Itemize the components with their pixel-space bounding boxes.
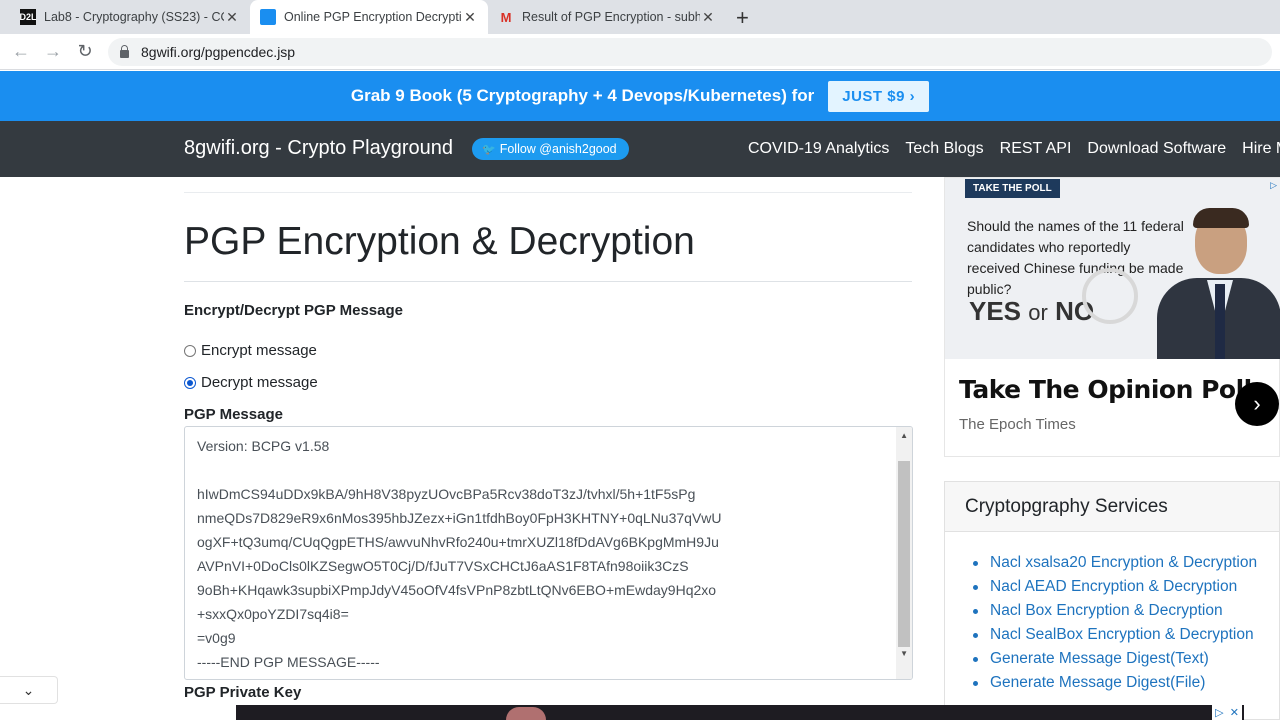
new-tab-icon[interactable]: + bbox=[736, 5, 749, 31]
adchoices-icon[interactable]: ▷ bbox=[1270, 180, 1277, 191]
browser-tab-bar: D2L Lab8 - Cryptography (SS23) - CO ✕ On… bbox=[0, 0, 1280, 34]
ad-person-photo bbox=[1157, 208, 1280, 359]
ad-question: Should the names of the 11 federal candi… bbox=[967, 218, 1184, 297]
promo-text: Grab 9 Book (5 Cryptography + 4 Devops/K… bbox=[350, 86, 815, 105]
encrypt-option[interactable]: Encrypt message bbox=[184, 342, 317, 359]
list-item[interactable]: Nacl Box Encryption & Decryption bbox=[973, 599, 1257, 623]
reload-icon[interactable]: ↻ bbox=[74, 41, 96, 62]
ad-image: TAKE THE POLL Should the names of the 11… bbox=[945, 178, 1280, 359]
page-title: PGP Encryption & Decryption bbox=[184, 220, 695, 263]
decrypt-option[interactable]: Decrypt message bbox=[184, 374, 318, 391]
d2l-favicon-icon: D2L bbox=[20, 9, 37, 25]
twitter-follow-button[interactable]: 🐦 Follow @anish2good bbox=[472, 138, 629, 160]
back-icon[interactable]: ← bbox=[10, 41, 32, 62]
browser-tab-pgp[interactable]: Online PGP Encryption Decryptio ✕ bbox=[250, 0, 488, 34]
tab-title: Result of PGP Encryption - subha bbox=[522, 10, 700, 24]
close-tab-icon[interactable]: ✕ bbox=[700, 9, 716, 26]
chevron-down-icon[interactable]: ⌄ bbox=[0, 676, 58, 704]
textarea-scrollbar[interactable]: ▲ ▼ bbox=[896, 427, 912, 679]
tab-title: Online PGP Encryption Decryptio bbox=[284, 10, 462, 24]
url-text: 8gwifi.org/pgpencdec.jsp bbox=[141, 44, 296, 60]
poll-ad[interactable]: TAKE THE POLL Should the names of the 11… bbox=[944, 177, 1280, 457]
site-brand[interactable]: 8gwifi.org - Crypto Playground bbox=[184, 137, 453, 160]
loading-spinner-icon bbox=[1082, 268, 1138, 324]
encrypt-label: Encrypt message bbox=[201, 342, 317, 359]
8gwifi-favicon-icon bbox=[260, 9, 276, 25]
services-list: Nacl xsalsa20 Encryption & Decryption Na… bbox=[973, 551, 1257, 695]
follow-label: Follow @anish2good bbox=[499, 142, 617, 156]
nav-link-rest-api[interactable]: REST API bbox=[1000, 140, 1072, 158]
list-item[interactable]: Generate Message Digest(File) bbox=[973, 671, 1257, 695]
divider bbox=[184, 281, 912, 282]
browser-tab-d2l[interactable]: D2L Lab8 - Cryptography (SS23) - CO ✕ bbox=[10, 0, 250, 34]
bottom-video-ad[interactable]: ▷ ✕ bbox=[236, 705, 1244, 720]
scroll-thumb[interactable] bbox=[898, 461, 910, 647]
nav-link-tech-blogs[interactable]: Tech Blogs bbox=[905, 140, 983, 158]
nav-link-covid[interactable]: COVID-19 Analytics bbox=[748, 140, 889, 158]
list-item[interactable]: Nacl SealBox Encryption & Decryption bbox=[973, 623, 1257, 647]
close-tab-icon[interactable]: ✕ bbox=[462, 9, 478, 26]
gmail-favicon-icon: M bbox=[500, 9, 512, 25]
divider bbox=[184, 192, 912, 193]
private-key-label: PGP Private Key bbox=[184, 684, 302, 701]
forward-icon[interactable]: → bbox=[42, 41, 64, 62]
promo-button[interactable]: JUST $9 › bbox=[828, 80, 930, 112]
address-bar: ← → ↻ 8gwifi.org/pgpencdec.jsp bbox=[0, 34, 1280, 70]
chevron-right-icon[interactable]: › bbox=[1235, 382, 1279, 426]
twitter-bird-icon: 🐦 bbox=[482, 143, 496, 156]
close-tab-icon[interactable]: ✕ bbox=[224, 9, 240, 26]
promo-banner: Grab 9 Book (5 Cryptography + 4 Devops/K… bbox=[0, 71, 1280, 121]
ad-close[interactable]: ▷ ✕ bbox=[1212, 705, 1242, 720]
pgp-message-text: Version: BCPG v1.58 hIwDmCS94uDDx9kBA/9h… bbox=[197, 438, 722, 670]
scroll-up-icon[interactable]: ▲ bbox=[900, 431, 908, 440]
site-navbar: 8gwifi.org - Crypto Playground 🐦 Follow … bbox=[0, 121, 1280, 177]
section-heading: Encrypt/Decrypt PGP Message bbox=[184, 302, 403, 319]
nav-link-download-software[interactable]: Download Software bbox=[1087, 140, 1226, 158]
close-icon[interactable]: ✕ bbox=[1230, 706, 1239, 719]
scroll-down-icon[interactable]: ▼ bbox=[900, 649, 908, 658]
services-heading: Cryptopgraphy Services bbox=[945, 482, 1279, 532]
pgp-message-textarea[interactable]: Version: BCPG v1.58 hIwDmCS94uDDx9kBA/9h… bbox=[184, 426, 913, 680]
ad-source: The Epoch Times bbox=[959, 416, 1076, 433]
url-field[interactable]: 8gwifi.org/pgpencdec.jsp bbox=[108, 38, 1272, 66]
nav-links: COVID-19 Analytics Tech Blogs REST API D… bbox=[748, 140, 1280, 158]
adchoices-icon[interactable]: ▷ bbox=[1215, 706, 1223, 719]
list-item[interactable]: Nacl AEAD Encryption & Decryption bbox=[973, 575, 1257, 599]
lock-icon bbox=[120, 45, 129, 58]
encrypt-radio[interactable] bbox=[184, 344, 196, 357]
decrypt-label: Decrypt message bbox=[201, 374, 318, 391]
services-panel: Cryptopgraphy Services Nacl xsalsa20 Enc… bbox=[944, 481, 1280, 720]
nav-link-hire-me[interactable]: Hire Me bbox=[1242, 140, 1280, 158]
list-item[interactable]: Generate Message Digest(Text) bbox=[973, 647, 1257, 671]
tab-title: Lab8 - Cryptography (SS23) - CO bbox=[44, 10, 224, 24]
ad-yes-no: YES or NO bbox=[969, 296, 1095, 326]
video-thumbnail bbox=[506, 707, 546, 720]
list-item[interactable]: Nacl xsalsa20 Encryption & Decryption bbox=[973, 551, 1257, 575]
ad-headline: Take The Opinion Poll bbox=[959, 375, 1252, 404]
decrypt-radio[interactable] bbox=[184, 376, 196, 389]
browser-tab-gmail[interactable]: M Result of PGP Encryption - subha ✕ bbox=[488, 0, 726, 34]
ad-tag: TAKE THE POLL bbox=[965, 179, 1060, 198]
pgp-message-label: PGP Message bbox=[184, 406, 283, 423]
